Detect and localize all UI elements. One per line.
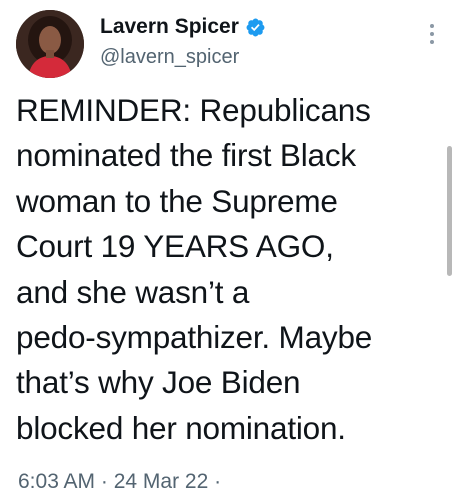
tweet-text-line: and she wasn’t a (16, 273, 250, 310)
tweet-header: Lavern Spicer @lavern_spicer (14, 6, 444, 78)
tweet-text-line: REMINDER: Republicans (16, 92, 371, 128)
verified-badge-icon (245, 17, 266, 38)
avatar-image (16, 10, 84, 78)
tweet-text-line: woman to the Supreme (16, 182, 338, 219)
author-display-name[interactable]: Lavern Spicer (100, 15, 239, 39)
scrollbar[interactable] (447, 146, 452, 276)
tweet-text-line: nominated the first Black (16, 137, 356, 174)
tweet-text-line: blocked her nomination. (16, 409, 346, 446)
name-row: Lavern Spicer (100, 12, 266, 42)
more-options-icon[interactable] (428, 24, 436, 48)
tweet-text-line: pedo-sympathizer. Maybe (16, 319, 373, 356)
tweet-text-line: Court 19 YEARS AGO, (16, 228, 334, 265)
tweet-text: REMINDER: Republicans nominated the firs… (16, 88, 436, 451)
tweet-card: Lavern Spicer @lavern_spicer REMINDER: R… (0, 0, 452, 500)
avatar[interactable] (16, 10, 84, 78)
tweet-timestamp[interactable]: 6:03 AM · 24 Mar 22 · (18, 470, 221, 494)
author-handle[interactable]: @lavern_spicer (100, 46, 266, 69)
author-info: Lavern Spicer @lavern_spicer (100, 12, 266, 69)
tweet-text-line: that’s why Joe Biden (16, 364, 301, 401)
